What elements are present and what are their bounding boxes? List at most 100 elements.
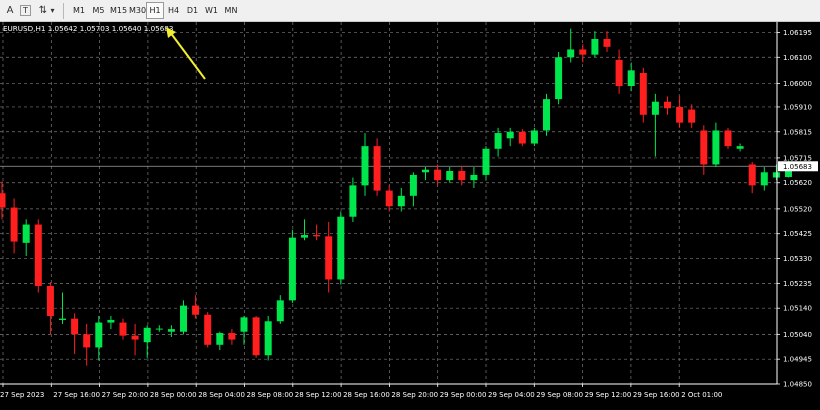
candle-body	[131, 335, 139, 340]
timeframe-h1[interactable]: H1	[146, 2, 164, 19]
price-tick-label: 1.05040	[783, 331, 812, 339]
candle-body	[651, 101, 659, 115]
candle-body	[10, 207, 18, 242]
price-tick-label: 1.06195	[783, 29, 812, 37]
candle-body	[446, 170, 454, 181]
timeframe-w1[interactable]: W1	[202, 2, 221, 19]
candle-body	[0, 193, 6, 208]
candle-body	[422, 169, 429, 173]
candle-body	[712, 130, 720, 165]
candle-body	[458, 170, 466, 181]
candle-body	[385, 190, 393, 207]
dropdown-arrow-icon[interactable]: ▾	[48, 2, 57, 19]
price-tick-label: 1.05815	[783, 128, 812, 136]
candle-body	[397, 195, 405, 207]
candle-body	[155, 328, 163, 330]
candle-body	[301, 235, 308, 238]
time-tick-label: 29 Sep 16:00	[633, 391, 680, 399]
time-tick-label: 2 Oct 01:00	[681, 391, 722, 399]
candle-body	[143, 327, 151, 343]
candle-body	[543, 99, 550, 131]
candle-body	[349, 185, 357, 217]
candle-body	[313, 235, 321, 237]
candle-body	[107, 319, 115, 323]
toolbar-separator	[63, 3, 64, 19]
candle-body	[676, 106, 684, 123]
candle-body	[46, 285, 54, 317]
time-tick-label: 29 Sep 08:00	[536, 391, 583, 399]
time-tick-label: 29 Sep 12:00	[585, 391, 632, 399]
timeframe-h4[interactable]: H4	[164, 2, 183, 19]
candle-body	[409, 174, 417, 196]
candle-body	[22, 224, 30, 243]
candle-body	[95, 322, 103, 348]
timeframe-m1[interactable]: M1	[69, 2, 89, 19]
time-tick-label: 27 Sep 20:00	[102, 391, 149, 399]
price-tick-label: 1.04945	[783, 356, 812, 364]
candle-body	[615, 59, 623, 87]
candle-body	[506, 131, 514, 139]
candle-body	[71, 318, 79, 335]
candle-body	[639, 72, 647, 115]
time-tick-label: 28 Sep 08:00	[247, 391, 294, 399]
price-tick-label: 1.05520	[783, 205, 812, 213]
candle-body	[518, 131, 526, 144]
price-tick-label: 1.06000	[783, 80, 812, 88]
candle-body	[34, 224, 42, 286]
candle-body	[204, 314, 212, 345]
candle-body	[240, 317, 248, 332]
time-tick-label: 27 Sep 16:00	[53, 391, 100, 399]
candle-body	[567, 49, 575, 58]
candle-body	[119, 322, 127, 336]
text-tool-icon[interactable]: A	[3, 2, 17, 19]
timeframe-m5[interactable]: M5	[89, 2, 108, 19]
candle-body	[603, 38, 611, 47]
candle-body	[373, 146, 381, 191]
candle-body	[591, 38, 599, 55]
candle-body	[167, 329, 175, 332]
candle-body	[470, 174, 478, 181]
candle-body	[772, 172, 780, 178]
candle-body	[434, 169, 442, 181]
candle-body	[760, 172, 768, 186]
timeframe-m30[interactable]: M30	[129, 2, 146, 19]
time-tick-label: 29 Sep 04:00	[488, 391, 535, 399]
time-tick-label: 28 Sep 00:00	[150, 391, 197, 399]
candle-body	[748, 164, 756, 186]
candle-body	[579, 49, 587, 55]
price-tick-label: 1.05715	[783, 154, 812, 162]
price-tick-label: 1.05620	[783, 179, 812, 187]
candle-body	[555, 57, 563, 100]
candlestick-chart[interactable]: 1.06195 1.06100 1.06000 1.05910 1.05815 1.057…	[0, 22, 820, 406]
candle-body	[216, 333, 224, 345]
candle-body	[264, 321, 272, 356]
candle-body	[724, 130, 732, 147]
price-tick-label: 1.04850	[783, 381, 812, 389]
candle-body	[736, 146, 744, 149]
candle-body	[228, 333, 236, 340]
time-tick-label: 28 Sep 16:00	[343, 391, 390, 399]
price-tick-label: 1.05235	[783, 280, 812, 288]
candle-body	[192, 305, 200, 315]
current-price-label: 1.05683	[783, 163, 812, 171]
text-label-tool-icon[interactable]: T	[20, 5, 31, 16]
timeframe-m15[interactable]: M15	[108, 2, 129, 19]
time-tick-label: 27 Sep 2023	[0, 391, 44, 399]
candle-body	[700, 130, 708, 165]
candle-body	[59, 318, 66, 320]
time-tick-label: 28 Sep 12:00	[295, 391, 342, 399]
candle-body	[664, 101, 671, 109]
timeframe-toolbar: A T ⇅ ▾ M1 M5 M15 M30 H1 H4 D1 W1 MN	[0, 0, 820, 22]
chart-background	[0, 22, 820, 406]
timeframe-d1[interactable]: D1	[183, 2, 202, 19]
price-tick-label: 1.05425	[783, 230, 812, 238]
price-tick-label: 1.05330	[783, 255, 812, 263]
candle-body	[180, 305, 187, 332]
candle-body	[688, 109, 696, 123]
candle-body	[482, 148, 490, 175]
candle-body	[530, 130, 538, 144]
price-chart[interactable]: 1.06195 1.06100 1.06000 1.05910 1.05815 1.057…	[0, 22, 820, 406]
timeframe-mn[interactable]: MN	[221, 2, 241, 19]
candle-body	[494, 133, 502, 149]
candle-body	[627, 70, 635, 87]
